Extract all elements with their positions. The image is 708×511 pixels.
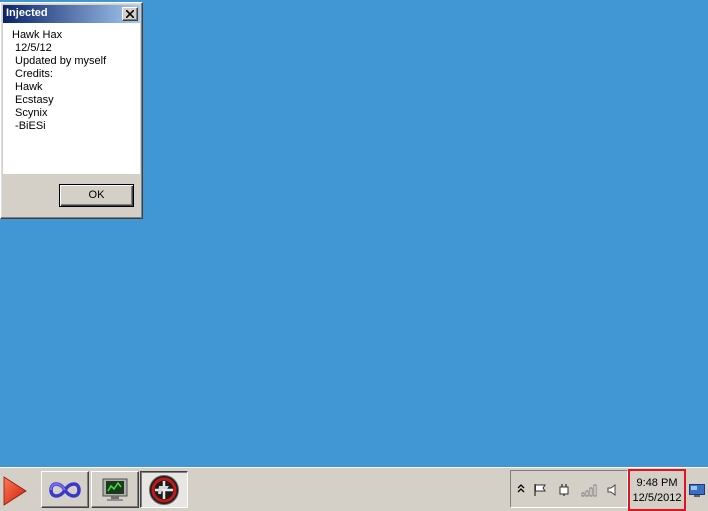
monitor-icon — [102, 478, 128, 501]
speaker-icon[interactable] — [607, 483, 617, 497]
dialog-title: Injected — [6, 7, 48, 19]
message-line: -BiESi — [12, 120, 46, 132]
message-line: Ecstasy — [12, 94, 54, 106]
power-plug-icon[interactable] — [557, 483, 571, 497]
message-line: Hawk Hax — [12, 29, 63, 41]
play-arrow-icon — [3, 476, 27, 506]
crossfire-logo-icon — [149, 474, 179, 505]
start-button[interactable] — [2, 476, 28, 506]
taskbar-button-crossfire[interactable] — [140, 471, 188, 508]
close-icon — [126, 10, 134, 18]
show-desktop-icon[interactable] — [689, 484, 705, 497]
chevron-up-icon[interactable] — [517, 483, 525, 493]
message-line: Updated by myself — [12, 55, 107, 67]
message-line: Hawk — [12, 81, 43, 93]
clock[interactable]: 9:48 PM 12/5/2012 — [628, 469, 686, 511]
taskbar-button-infinity[interactable] — [41, 471, 89, 508]
dialog-message: Hawk Hax 12/5/12 Updated by myself Credi… — [12, 29, 106, 133]
clock-date: 12/5/2012 — [632, 492, 682, 504]
clock-time: 9:48 PM — [636, 477, 678, 489]
injected-dialog: Injected Hawk Hax 12/5/12 Updated by mys… — [0, 2, 143, 219]
message-line: Scynix — [12, 107, 48, 119]
taskbar: 9:48 PM 12/5/2012 — [0, 467, 708, 511]
system-tray — [510, 470, 628, 508]
flag-icon[interactable] — [533, 483, 547, 497]
taskbar-button-monitor[interactable] — [91, 471, 139, 508]
signal-bars-icon[interactable] — [581, 483, 597, 497]
infinity-icon — [49, 481, 81, 498]
dialog-titlebar[interactable]: Injected — [3, 5, 140, 23]
message-line: 12/5/12 — [12, 42, 52, 54]
ok-button[interactable]: OK — [59, 184, 134, 207]
close-button[interactable] — [122, 7, 138, 21]
message-line: Credits: — [12, 68, 53, 80]
